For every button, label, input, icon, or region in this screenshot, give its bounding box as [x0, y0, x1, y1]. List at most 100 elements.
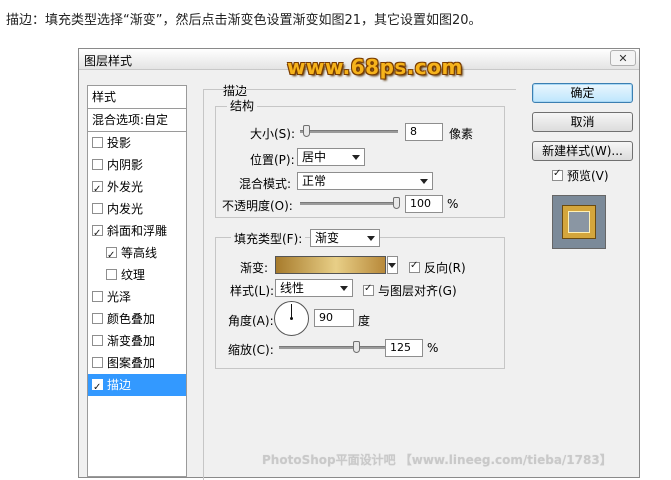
fill-type-select[interactable]: 渐变 — [310, 229, 380, 247]
close-icon: ✕ — [618, 52, 628, 65]
angle-unit: 度 — [358, 314, 371, 328]
size-slider-track — [300, 130, 398, 133]
style-item-checkbox[interactable] — [92, 377, 103, 399]
dialog-title: 图层样式 — [84, 54, 133, 68]
style-item-checkbox[interactable] — [92, 159, 103, 170]
style-select[interactable]: 线性 — [275, 279, 353, 297]
style-item-checkbox[interactable] — [92, 335, 103, 346]
instruction-caption: 描边：填充类型选择“渐变”，然后点击渐变色设置渐变如图21，其它设置如图20。 — [6, 13, 482, 28]
preview-checkbox[interactable]: 预览(V) — [552, 167, 609, 184]
scale-label: 缩放(C): — [228, 343, 274, 357]
layer-style-dialog: 图层样式 ✕ www.68ps.com 样式 混合选项:自定 投影内阴影外发光内… — [78, 48, 640, 480]
style-item-checkbox[interactable] — [92, 291, 103, 302]
styles-list: 样式 混合选项:自定 投影内阴影外发光内发光斜面和浮雕等高线纹理光泽颜色叠加渐变… — [87, 85, 187, 477]
size-label: 大小(S): — [250, 127, 296, 141]
position-label: 位置(P): — [250, 153, 295, 167]
size-slider-thumb[interactable] — [303, 125, 310, 137]
watermark: PhotoShop平面设计吧 【www.lineeg.com/tieba/178… — [262, 453, 612, 467]
cancel-button[interactable]: 取消 — [532, 112, 633, 132]
reverse-checkbox[interactable]: 反向(R) — [409, 259, 466, 276]
style-item[interactable]: 纹理 — [88, 264, 186, 286]
blend-mode-value: 正常 — [302, 174, 327, 188]
style-item[interactable]: 图案叠加 — [88, 352, 186, 374]
fill-type-value: 渐变 — [315, 231, 340, 245]
style-item-checkbox[interactable] — [92, 137, 103, 148]
structure-title: 结构 — [227, 99, 258, 113]
angle-label: 角度(A): — [228, 314, 274, 328]
style-item-checkbox[interactable] — [106, 269, 117, 280]
angle-dial-center — [290, 317, 293, 320]
ok-button[interactable]: 确定 — [532, 83, 633, 103]
style-item[interactable]: 斜面和浮雕 — [88, 220, 186, 245]
scale-input[interactable]: 125 — [385, 339, 423, 357]
chevron-down-icon — [388, 263, 396, 268]
style-item[interactable]: 投影 — [88, 132, 186, 154]
size-slider[interactable] — [300, 125, 398, 137]
style-item[interactable]: 颜色叠加 — [88, 308, 186, 330]
style-item-label: 纹理 — [121, 268, 146, 282]
blend-options-item[interactable]: 混合选项:自定 — [88, 109, 186, 132]
new-style-button[interactable]: 新建样式(W)... — [532, 141, 633, 161]
size-input[interactable]: 8 — [405, 123, 443, 141]
position-select[interactable]: 居中 — [297, 148, 365, 166]
style-item[interactable]: 外发光 — [88, 176, 186, 201]
style-item-checkbox[interactable] — [106, 245, 117, 267]
style-item-label: 颜色叠加 — [107, 312, 156, 326]
close-button[interactable]: ✕ — [610, 50, 636, 66]
style-item-label: 外发光 — [107, 180, 144, 194]
gradient-label: 渐变: — [240, 261, 269, 275]
reverse-label: 反向(R) — [424, 261, 466, 275]
blend-mode-label: 混合模式: — [239, 177, 292, 191]
chevron-down-icon — [352, 155, 360, 160]
align-checkbox[interactable]: 与图层对齐(G) — [363, 282, 457, 299]
opacity-slider[interactable] — [300, 197, 400, 209]
style-item-checkbox[interactable] — [92, 313, 103, 324]
style-item-label: 光泽 — [107, 290, 132, 304]
opacity-input[interactable]: 100 — [405, 195, 443, 213]
style-item-checkbox[interactable] — [92, 179, 103, 201]
reverse-check-icon[interactable] — [409, 260, 420, 273]
scale-unit: % — [427, 341, 439, 355]
style-item-label: 内阴影 — [107, 158, 144, 172]
opacity-label: 不透明度(O): — [222, 199, 293, 213]
style-item[interactable]: 描边 — [88, 374, 186, 399]
style-item-label: 斜面和浮雕 — [107, 224, 168, 238]
preview-label: 预览(V) — [567, 169, 609, 183]
style-preview-thumbnail — [552, 195, 606, 249]
style-item[interactable]: 等高线 — [88, 242, 186, 267]
opacity-unit: % — [447, 197, 459, 211]
scale-slider-thumb[interactable] — [353, 341, 360, 353]
align-check-icon[interactable] — [363, 283, 374, 296]
angle-dial[interactable] — [274, 301, 309, 336]
site-logo: www.68ps.com — [287, 55, 463, 79]
style-item-label: 描边 — [107, 378, 132, 392]
opacity-slider-thumb[interactable] — [393, 197, 400, 209]
preview-check-icon[interactable] — [552, 168, 563, 181]
style-item-checkbox[interactable] — [92, 357, 103, 368]
styles-header[interactable]: 样式 — [88, 86, 186, 109]
align-label: 与图层对齐(G) — [378, 284, 457, 298]
style-item[interactable]: 渐变叠加 — [88, 330, 186, 352]
style-item-label: 内发光 — [107, 202, 144, 216]
blend-mode-select[interactable]: 正常 — [297, 172, 433, 190]
style-item[interactable]: 内阴影 — [88, 154, 186, 176]
gradient-swatch[interactable] — [275, 256, 386, 274]
style-label: 样式(L): — [230, 284, 275, 298]
style-item-label: 等高线 — [121, 246, 158, 260]
style-item-checkbox[interactable] — [92, 203, 103, 214]
position-value: 居中 — [302, 150, 327, 164]
preview-gold-frame — [563, 206, 595, 238]
opacity-slider-track — [300, 202, 400, 205]
size-unit: 像素 — [449, 127, 474, 141]
style-item[interactable]: 内发光 — [88, 198, 186, 220]
chevron-down-icon — [420, 179, 428, 184]
style-item[interactable]: 光泽 — [88, 286, 186, 308]
style-item-label: 投影 — [107, 136, 132, 150]
angle-input[interactable]: 90 — [314, 309, 354, 327]
chevron-down-icon — [367, 236, 375, 241]
style-item-checkbox[interactable] — [92, 223, 103, 245]
style-item-label: 图案叠加 — [107, 356, 156, 370]
chevron-down-icon — [340, 286, 348, 291]
gradient-dropdown-button[interactable] — [387, 256, 398, 274]
style-value: 线性 — [280, 281, 305, 295]
